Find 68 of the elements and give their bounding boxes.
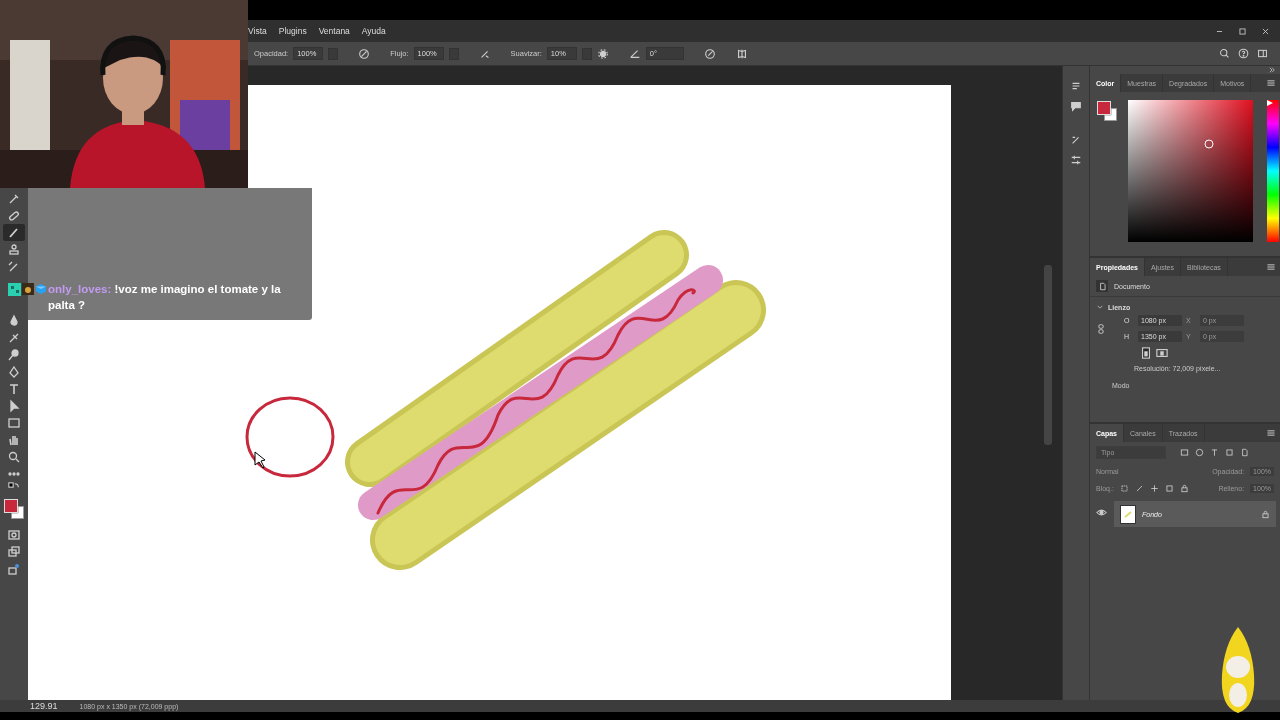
panel-menu-icon[interactable] xyxy=(1266,262,1276,272)
menu-item[interactable]: Ayuda xyxy=(361,26,386,36)
scrollbar[interactable] xyxy=(1044,265,1052,445)
pressure-size-icon[interactable] xyxy=(703,47,716,60)
rectangle-icon[interactable] xyxy=(7,415,21,430)
shape-filter-icon[interactable] xyxy=(1225,448,1234,457)
background-swatch[interactable] xyxy=(11,506,24,519)
badge-icon xyxy=(8,283,21,296)
eye-icon[interactable] xyxy=(1096,506,1107,518)
link-icon[interactable] xyxy=(1096,322,1106,335)
symmetry-icon[interactable] xyxy=(735,47,748,60)
share-icon[interactable] xyxy=(7,561,21,576)
slider-thumb[interactable] xyxy=(1267,100,1273,106)
angle-icon[interactable] xyxy=(628,47,641,60)
type-icon[interactable] xyxy=(7,381,21,396)
zoom-level[interactable]: 129.91 xyxy=(30,701,58,711)
chat-message: only_loves: !voz me imagino el tomate y la palta ? xyxy=(48,282,282,313)
stamp-icon[interactable] xyxy=(7,242,21,257)
tool-button[interactable] xyxy=(3,224,25,241)
hue-slider[interactable] xyxy=(1267,100,1279,242)
collapse-icon[interactable] xyxy=(1268,66,1276,74)
layer-thumbnail xyxy=(1120,504,1136,524)
history-panel-icon[interactable] xyxy=(1070,80,1082,92)
lock-artboard-icon[interactable] xyxy=(1164,484,1174,493)
drop-icon[interactable] xyxy=(7,313,21,328)
adjustment-filter-icon[interactable] xyxy=(1195,448,1204,457)
chevron-down-icon xyxy=(1096,303,1104,311)
maximize-icon[interactable] xyxy=(1238,26,1247,36)
document-icon xyxy=(1097,281,1107,291)
workspace-icon[interactable] xyxy=(1257,48,1268,59)
landscape-icon[interactable] xyxy=(1156,347,1168,359)
lock-move-icon[interactable] xyxy=(1149,484,1159,493)
dodge-icon[interactable] xyxy=(7,347,21,362)
lock-pixels-icon[interactable] xyxy=(1119,484,1129,493)
menu-item[interactable]: Ventana xyxy=(318,26,350,36)
color-field[interactable] xyxy=(1128,100,1253,242)
menu-item[interactable]: Plugins xyxy=(278,26,307,36)
close-icon[interactable] xyxy=(1261,26,1270,36)
background-swatch[interactable] xyxy=(1104,108,1117,121)
help-icon[interactable] xyxy=(1238,48,1249,59)
color-picker-handle[interactable] xyxy=(1204,139,1214,149)
portrait-icon[interactable] xyxy=(1140,347,1152,359)
adjustments-icon[interactable] xyxy=(1070,154,1082,166)
brush-settings-icon[interactable] xyxy=(1070,134,1082,146)
panel-menu-icon[interactable] xyxy=(1266,428,1276,438)
image-filter-icon[interactable] xyxy=(1180,448,1189,457)
search-icon[interactable] xyxy=(1219,48,1230,59)
layer-lock-icon[interactable] xyxy=(1261,509,1270,519)
bandage-icon[interactable] xyxy=(7,208,21,223)
smart-object-filter-icon[interactable] xyxy=(1240,448,1249,457)
lock-paint-icon[interactable] xyxy=(1134,484,1144,493)
panel-menu-icon[interactable] xyxy=(1266,78,1276,88)
screen-mode-icon[interactable] xyxy=(7,544,21,559)
cube-icon xyxy=(35,283,47,295)
lock-icon[interactable] xyxy=(1179,484,1189,493)
comment-icon[interactable] xyxy=(1070,100,1082,112)
badge-icon xyxy=(22,283,34,295)
settings-icon[interactable] xyxy=(596,47,609,60)
foreground-swatch[interactable] xyxy=(4,499,18,513)
quick-mask-icon[interactable] xyxy=(7,527,21,542)
pressure-icon[interactable] xyxy=(358,47,371,60)
menu-item[interactable]: Vista xyxy=(248,26,267,36)
cursor-icon xyxy=(254,451,266,469)
foreground-swatch[interactable] xyxy=(1097,101,1111,115)
pen-icon[interactable] xyxy=(7,364,21,379)
zoom-icon[interactable] xyxy=(7,449,21,464)
type-filter-icon[interactable] xyxy=(1210,448,1219,457)
arrow-icon[interactable] xyxy=(7,398,21,413)
